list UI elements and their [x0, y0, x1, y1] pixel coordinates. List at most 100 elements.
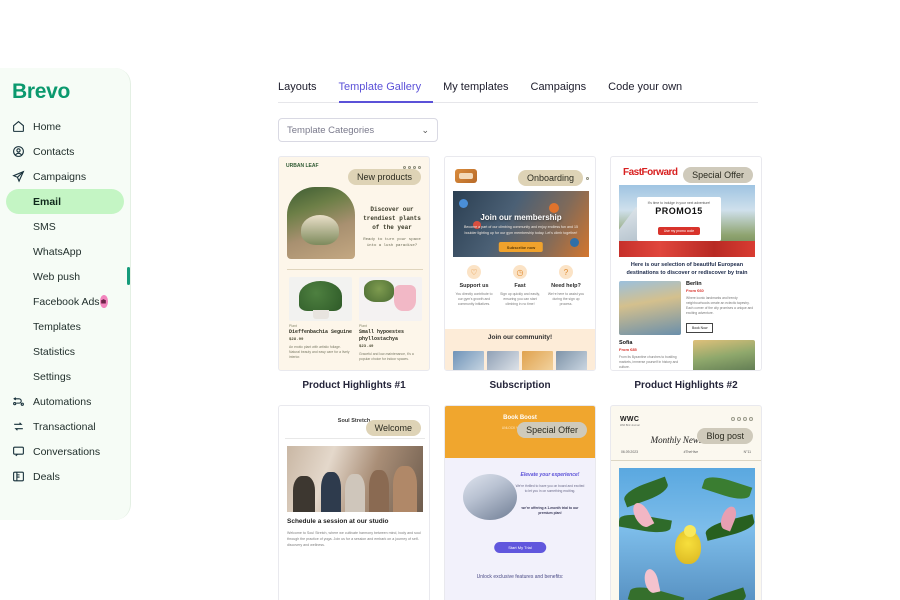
template-card-product-highlights-2[interactable]: FastForward Special Offer It's time to i…: [610, 156, 762, 371]
meta-issue: N°11: [743, 450, 751, 454]
sidebar-item-label: Templates: [33, 320, 81, 333]
sidebar-item-label: Email: [33, 195, 62, 208]
sidebar-item-deals[interactable]: Deals: [6, 464, 124, 489]
destination-info: Berlin From €60 Where iconic landmarks a…: [686, 281, 755, 335]
sidebar-item-label: Web push: [33, 270, 81, 283]
sidebar-item-label: Campaigns: [33, 170, 87, 183]
sidebar: Brevo Home Contacts Campaigns Email SMS …: [0, 68, 131, 520]
feature-description: Sign up quickly and easily, ensuring you…: [500, 292, 540, 307]
tab-campaigns[interactable]: Campaigns: [531, 81, 599, 103]
sidebar-item-transactional[interactable]: Transactional: [6, 414, 124, 439]
sidebar-item-whatsapp[interactable]: WhatsApp: [6, 239, 124, 264]
product-image: [289, 277, 352, 321]
hero-subtitle: Become a part of our climbing community …: [463, 225, 579, 235]
template-card-title: Subscription: [489, 380, 551, 391]
template-categories-select[interactable]: Template Categories ⌄: [278, 118, 438, 142]
product-name: Dieffenbachia Seguine: [289, 329, 353, 335]
template-card-schedule-session[interactable]: Soul Stretch Welcome Schedule a session …: [278, 405, 430, 600]
hero-subtitle: We're thrilled to have you on board and …: [515, 484, 585, 494]
template-card-monthly-newsletter[interactable]: WWC Wild Bird Journal Blog post Monthly …: [610, 405, 762, 600]
sidebar-item-label: Facebook Ads: [33, 295, 100, 308]
sidebar-item-contacts[interactable]: Contacts: [6, 139, 124, 164]
sidebar-item-label: Home: [33, 120, 62, 133]
destination-description: Where iconic landmarks and trendy neighb…: [686, 296, 754, 315]
feature-description: We're here to assist you during the sign…: [547, 292, 585, 307]
brevo-logo[interactable]: Brevo: [0, 68, 130, 114]
template-hero-image: Join our membership Become a part of our…: [453, 191, 589, 257]
promo-tagline: It's time to indulge in your next advent…: [647, 201, 711, 205]
product-item: Plant Small hypoestes phyllostachya $23.…: [359, 277, 422, 362]
template-hero-image: [463, 474, 517, 520]
deals-icon: [12, 470, 25, 483]
hero-cta-button[interactable]: Start My Trial: [494, 542, 546, 553]
template-badge: Special Offer: [683, 167, 753, 183]
book-now-button[interactable]: Book Now: [686, 322, 714, 333]
meta-tag: #TheHive: [683, 450, 699, 454]
contacts-icon: [12, 145, 25, 158]
divider: [287, 269, 423, 270]
active-indicator-bar: [127, 267, 130, 285]
destination-price: From €60: [686, 288, 704, 293]
sidebar-item-sms[interactable]: SMS: [6, 214, 124, 239]
promo-button[interactable]: Use my promo code: [657, 227, 701, 235]
sidebar-item-automations[interactable]: Automations: [6, 389, 124, 414]
sidebar-item-web-push[interactable]: Web push: [6, 264, 124, 289]
footer-text: Unlock exclusive features and benefits:: [476, 574, 564, 580]
feature-item: ♡ Support us You directly contribute to …: [451, 265, 497, 307]
sidebar-item-settings[interactable]: Settings: [6, 364, 124, 389]
template-card-product-highlights-1[interactable]: URBAN LEAF New products Discover our tre…: [278, 156, 430, 371]
sidebar-item-label: Settings: [33, 370, 71, 383]
preview-dots: [731, 417, 753, 421]
hero-cta-button[interactable]: Subscribe now: [498, 242, 544, 252]
template-grid: URBAN LEAF New products Discover our tre…: [278, 156, 768, 600]
product-description: An exotic plant with artistic foliage. N…: [289, 345, 350, 360]
heart-icon: ♡: [467, 265, 481, 279]
sidebar-item-facebook-ads[interactable]: Facebook Ads: [6, 289, 124, 314]
destination-name: Sofia: [619, 340, 633, 346]
hero-title: Elevate your experience!: [520, 472, 580, 478]
template-card-book-boost[interactable]: Book Boost UNLOCK YOUR TALENT Special Of…: [444, 405, 596, 600]
template-heading: Schedule a session at our studio: [287, 518, 389, 525]
tab-template-gallery[interactable]: Template Gallery: [338, 81, 434, 103]
clock-icon: ◷: [513, 265, 527, 279]
preview-dots: [586, 177, 589, 180]
template-hero-image: [287, 446, 423, 512]
template-cell: Onboarding Join our membership Become a …: [444, 156, 596, 405]
sidebar-item-label: Conversations: [33, 445, 101, 458]
newsletter-meta: 06.09.2023 #TheHive N°11: [621, 450, 751, 454]
tab-my-templates[interactable]: My templates: [443, 81, 520, 103]
sidebar-item-campaigns[interactable]: Campaigns: [6, 164, 124, 189]
template-cell: URBAN LEAF New products Discover our tre…: [278, 156, 430, 405]
feature-item: ◷ Fast Sign up quickly and easily, ensur…: [497, 265, 543, 307]
product-price: $28.99: [289, 338, 304, 342]
hero-title: Join our membership: [480, 213, 562, 222]
tab-layouts[interactable]: Layouts: [278, 81, 329, 103]
sidebar-item-templates[interactable]: Templates: [6, 314, 124, 339]
feature-name: Fast: [514, 283, 526, 289]
template-card-title: Product Highlights #1: [302, 380, 406, 391]
sidebar-item-statistics[interactable]: Statistics: [6, 339, 124, 364]
template-categories-label: Template Categories: [287, 124, 375, 136]
meta-date: 06.09.2023: [621, 450, 638, 454]
template-badge: Onboarding: [517, 170, 583, 186]
template-cell: Soul Stretch Welcome Schedule a session …: [278, 405, 430, 600]
template-logo-subtitle: Wild Bird Journal: [620, 424, 640, 427]
sidebar-item-home[interactable]: Home: [6, 114, 124, 139]
campaigns-icon: [12, 170, 25, 183]
destination-description: From its Byzantine churches to bustling …: [619, 355, 679, 369]
template-logo: Book Boost: [503, 415, 537, 421]
divider: [611, 460, 761, 461]
template-card-subscription[interactable]: Onboarding Join our membership Become a …: [444, 156, 596, 371]
feature-description: You directly contribute to our gym's gro…: [455, 292, 493, 307]
sidebar-item-email[interactable]: Email: [6, 189, 124, 214]
template-logo: [455, 169, 477, 183]
tab-code-your-own[interactable]: Code your own: [608, 81, 694, 103]
destination-name: Berlin: [686, 281, 702, 287]
tab-bar: Layouts Template Gallery My templates Ca…: [278, 80, 758, 103]
divider: [285, 438, 425, 439]
conversations-icon: [12, 445, 25, 458]
destination-image: [693, 340, 755, 370]
sidebar-item-conversations[interactable]: Conversations: [6, 439, 124, 464]
home-icon: [12, 120, 25, 133]
community-title: Join our community!: [487, 334, 553, 341]
